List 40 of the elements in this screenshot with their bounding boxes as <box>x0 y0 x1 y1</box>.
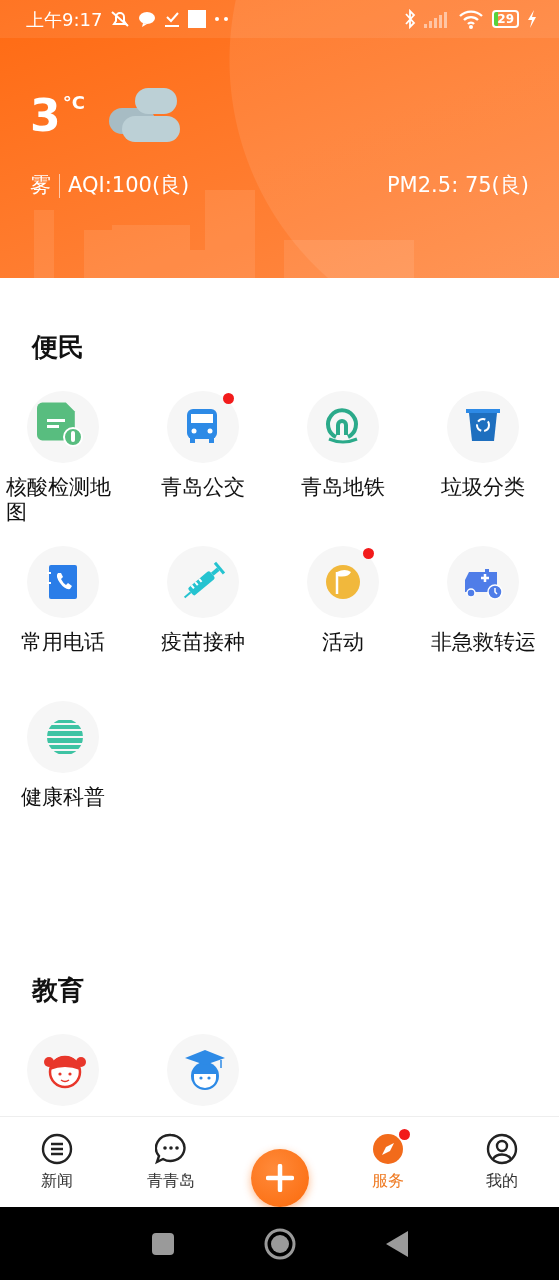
square-icon <box>188 10 207 28</box>
status-time: 上午9:17 <box>26 7 103 32</box>
pm25-reading: PM2.5: 75(良) <box>386 172 529 199</box>
service-label: 青岛公交 <box>161 475 245 501</box>
notification-dot <box>398 1129 410 1140</box>
service-label: 核酸检测地图 <box>6 475 112 526</box>
compass-icon <box>371 1133 404 1165</box>
back-button[interactable] <box>385 1230 408 1257</box>
chat-icon <box>155 1133 188 1165</box>
more-icon <box>214 16 231 22</box>
service-label: 活动 <box>322 630 364 656</box>
bluetooth-icon <box>404 9 417 29</box>
section-title: 便民 <box>30 331 85 364</box>
news-icon <box>41 1133 74 1165</box>
service-label: 垃圾分类 <box>441 475 525 501</box>
weather-condition: 雾 <box>30 172 51 199</box>
notification-dot <box>223 393 234 404</box>
section-title: 教育 <box>30 974 85 1007</box>
home-button[interactable] <box>263 1227 296 1260</box>
service-label: 疫苗接种 <box>161 630 245 656</box>
charging-icon <box>527 10 537 28</box>
aqi-reading: AQI:100(良) <box>68 172 190 199</box>
service-label: 青岛地铁 <box>301 475 385 501</box>
nav-tab[interactable]: 青青岛 <box>114 1117 229 1207</box>
cloud-icon <box>108 88 181 144</box>
service-label: 非急救转运 <box>430 630 536 656</box>
nav-tab[interactable]: 我的 <box>444 1117 559 1207</box>
chat-icon <box>138 11 157 27</box>
service-label: 健康科普 <box>21 785 105 811</box>
plus-icon <box>265 1164 294 1192</box>
recents-button[interactable] <box>151 1232 174 1255</box>
download-icon <box>164 11 181 27</box>
notification-dot <box>363 548 374 559</box>
wifi-icon <box>458 9 485 29</box>
nav-tab[interactable]: 新闻 <box>0 1117 115 1207</box>
mute-icon <box>110 10 131 28</box>
user-icon <box>485 1133 518 1165</box>
add-button[interactable] <box>250 1149 309 1207</box>
service-label: 常用电话 <box>21 630 105 656</box>
battery-indicator: 29 <box>492 10 519 28</box>
